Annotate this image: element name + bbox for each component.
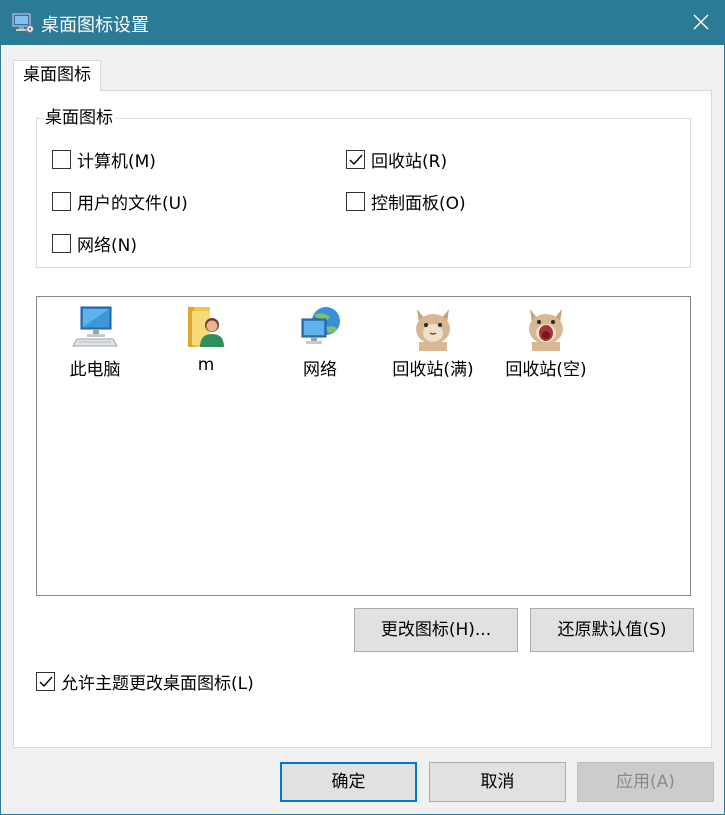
checkbox-box[interactable] xyxy=(346,149,365,169)
checkbox-network[interactable]: 网络(N) xyxy=(52,232,137,256)
checkmark-icon xyxy=(349,154,363,165)
close-button[interactable] xyxy=(678,1,724,45)
icon-item-this-pc[interactable]: 此电脑 xyxy=(40,303,150,380)
checkbox-label: 计算机(M) xyxy=(77,151,156,172)
change-icon-button[interactable]: 更改图标(H)... xyxy=(354,608,518,652)
checkbox-user-files[interactable]: 用户的文件(U) xyxy=(52,190,188,214)
title-bar[interactable]: 桌面图标设置 xyxy=(1,1,724,45)
checkbox-box[interactable] xyxy=(346,191,365,211)
checkbox-control-panel[interactable]: 控制面板(O) xyxy=(346,190,466,214)
checkbox-label: 网络(N) xyxy=(77,235,137,256)
icon-item-recycle-full[interactable]: 回收站(满) xyxy=(378,303,488,380)
user-folder-icon xyxy=(182,303,230,351)
apply-button[interactable]: 应用(A) xyxy=(577,762,714,802)
restore-default-button[interactable]: 还原默认值(S) xyxy=(530,608,694,652)
checkbox-box[interactable] xyxy=(36,671,55,691)
icon-label: 回收站(满) xyxy=(392,360,474,380)
window-title: 桌面图标设置 xyxy=(41,15,149,36)
checkbox-box[interactable] xyxy=(52,149,71,169)
checkbox-label: 允许主题更改桌面图标(L) xyxy=(61,673,254,694)
cat-icon-full xyxy=(409,303,457,351)
display-settings-icon xyxy=(12,12,34,34)
close-icon xyxy=(693,14,709,30)
checkbox-box[interactable] xyxy=(52,233,71,253)
ok-button[interactable]: 确定 xyxy=(280,762,417,802)
checkbox-recycle-bin[interactable]: 回收站(R) xyxy=(346,148,448,172)
icon-item-user-files[interactable]: m xyxy=(151,303,261,375)
icon-label: 网络 xyxy=(303,360,337,380)
checkbox-label: 控制面板(O) xyxy=(371,193,466,214)
cancel-button[interactable]: 取消 xyxy=(429,762,566,802)
desktop-icons-groupbox: 桌面图标 计算机(M) 回收站(R) 用户的文件(U) 控制面板(O) 网络(N… xyxy=(36,107,691,268)
checkbox-allow-themes[interactable]: 允许主题更改桌面图标(L) xyxy=(36,670,254,694)
checkbox-label: 回收站(R) xyxy=(371,151,448,172)
cat-icon-empty xyxy=(522,303,570,351)
groupbox-title: 桌面图标 xyxy=(43,107,115,129)
desktop-icon-settings-dialog: 桌面图标设置 桌面图标 桌面图标 计算机(M) 回收站(R) 用户的文件(U) … xyxy=(0,0,725,815)
computer-icon xyxy=(71,303,119,351)
icon-label: 此电脑 xyxy=(69,360,121,380)
checkbox-box[interactable] xyxy=(52,191,71,211)
icon-item-network[interactable]: 网络 xyxy=(265,303,375,380)
checkbox-computer[interactable]: 计算机(M) xyxy=(52,148,156,172)
tab-panel: 桌面图标 计算机(M) 回收站(R) 用户的文件(U) 控制面板(O) 网络(N… xyxy=(13,90,712,748)
icon-label: m xyxy=(197,355,215,375)
checkbox-label: 用户的文件(U) xyxy=(77,193,188,214)
icon-item-recycle-empty[interactable]: 回收站(空) xyxy=(491,303,601,380)
icon-label: 回收站(空) xyxy=(505,360,587,380)
network-icon xyxy=(296,303,344,351)
tab-desktop-icons[interactable]: 桌面图标 xyxy=(13,60,101,91)
icon-list[interactable]: 此电脑 m 网络 回收站(满) 回收站(空) xyxy=(36,296,691,596)
checkmark-icon xyxy=(39,676,53,687)
